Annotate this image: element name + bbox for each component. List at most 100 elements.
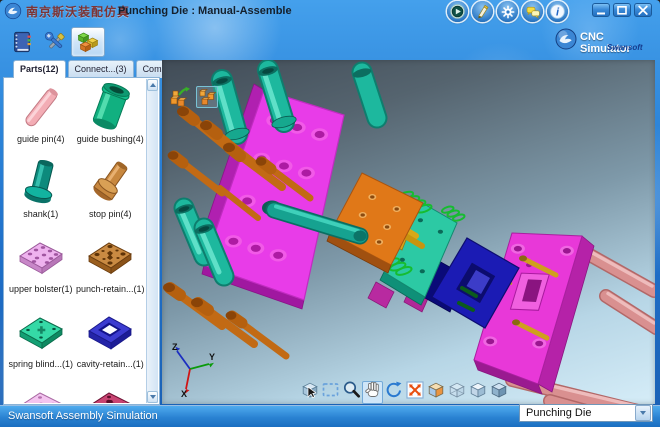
spring-blind-icon bbox=[16, 308, 66, 358]
part-label: spring blind...(1) bbox=[8, 359, 73, 369]
cavity-retainer-icon bbox=[85, 308, 135, 358]
maximize-icon bbox=[615, 5, 629, 16]
select-button[interactable] bbox=[299, 381, 320, 404]
explode-icon bbox=[169, 86, 191, 108]
zoom-button[interactable] bbox=[341, 381, 362, 404]
parts-panel: Parts(12) Connect...(3) Compon...(0) gui… bbox=[3, 60, 160, 405]
rotate-button[interactable] bbox=[383, 381, 404, 404]
zoom-window-button[interactable] bbox=[320, 381, 341, 404]
part-label: stop pin(4) bbox=[89, 209, 132, 219]
pen-button[interactable] bbox=[472, 1, 493, 22]
titlebar-round-buttons: i bbox=[447, 1, 568, 22]
play-button[interactable] bbox=[447, 1, 468, 22]
app-name-chinese: 南京斯沃装配仿真 bbox=[26, 3, 130, 20]
zoom-window-icon bbox=[321, 380, 341, 405]
model-selector-value: Punching Die bbox=[520, 407, 635, 419]
part-item-lower-bolster-pink[interactable] bbox=[6, 380, 76, 403]
shank-icon bbox=[16, 158, 66, 208]
viewport-3d[interactable]: Z Y X bbox=[162, 60, 655, 404]
tools-wrench-icon bbox=[43, 29, 68, 55]
minimize-button[interactable] bbox=[592, 3, 610, 17]
minimize-icon bbox=[594, 5, 608, 16]
triangle-up-icon bbox=[150, 83, 156, 87]
window-controls bbox=[592, 3, 652, 17]
part-item-guide-pin-4[interactable]: guide pin(4) bbox=[6, 80, 76, 155]
fit-button[interactable] bbox=[404, 381, 425, 404]
app-logo-swan-icon bbox=[4, 2, 22, 20]
part-label: shank(1) bbox=[23, 209, 58, 219]
parts-list-body: guide pin(4) guide bushing(4) shank(1) stop… bbox=[3, 77, 160, 405]
dropdown-arrow-button[interactable] bbox=[635, 405, 651, 421]
tab-parts[interactable]: Parts(12) bbox=[13, 60, 66, 78]
brand-subtitle: Swansoft bbox=[607, 43, 643, 52]
assembly-button[interactable] bbox=[71, 27, 105, 57]
guide-bushing-icon bbox=[85, 83, 135, 133]
render-mode-icon bbox=[426, 380, 446, 405]
part-item-guide-bushing-4[interactable]: guide bushing(4) bbox=[76, 80, 146, 155]
upper-bolster-icon bbox=[16, 233, 66, 283]
scroll-down-button[interactable] bbox=[147, 391, 158, 403]
axis-x-label: X bbox=[181, 389, 187, 398]
pan-icon bbox=[363, 380, 383, 405]
axis-z-label: Z bbox=[172, 342, 178, 352]
part-label: guide bushing(4) bbox=[77, 134, 144, 144]
fit-icon bbox=[405, 380, 425, 405]
zoom-icon bbox=[342, 380, 362, 405]
assembly-box-icon bbox=[197, 87, 217, 107]
assembly-scene[interactable] bbox=[162, 60, 655, 404]
part-label: cavity-retain...(1) bbox=[77, 359, 144, 369]
parts-scrollbar[interactable] bbox=[146, 79, 158, 403]
shaded-view-button[interactable] bbox=[488, 381, 509, 404]
swansoft-logo-icon bbox=[555, 28, 577, 50]
guide-bushing-behind-3d[interactable] bbox=[352, 67, 377, 118]
document-title: Punching Die : Manual-Assemble bbox=[118, 5, 292, 17]
solid-view-button[interactable] bbox=[467, 381, 488, 404]
info-icon: i bbox=[549, 3, 566, 20]
part-label: punch-retain...(1) bbox=[76, 284, 145, 294]
chevron-down-icon bbox=[640, 411, 646, 415]
select-icon bbox=[300, 380, 320, 405]
view-toolbar bbox=[299, 381, 509, 404]
pen-icon bbox=[475, 4, 490, 19]
part-item-spring-blind-1[interactable]: spring blind...(1) bbox=[6, 305, 76, 380]
chat-button[interactable] bbox=[522, 1, 543, 22]
library-book-icon bbox=[10, 29, 34, 55]
wireframe-view-button[interactable] bbox=[446, 381, 467, 404]
titlebar: 南京斯沃装配仿真 Punching Die : Manual-Assemble bbox=[0, 0, 660, 22]
parts-grid: guide pin(4) guide bushing(4) shank(1) stop… bbox=[6, 80, 145, 403]
close-icon bbox=[636, 5, 650, 16]
brand-block: CNC Simulator Swansoft bbox=[555, 27, 655, 55]
tab-connect[interactable]: Connect...(3) bbox=[68, 60, 134, 78]
part-item-upper-bolster-1[interactable]: upper bolster(1) bbox=[6, 230, 76, 305]
scroll-up-button[interactable] bbox=[147, 79, 158, 91]
part-label: upper bolster(1) bbox=[9, 284, 73, 294]
rotate-icon bbox=[384, 380, 404, 405]
pan-button[interactable] bbox=[362, 381, 383, 404]
info-button[interactable]: i bbox=[547, 1, 568, 22]
assembly-view-button[interactable] bbox=[196, 86, 218, 108]
stop-pin-icon bbox=[85, 158, 135, 208]
close-button[interactable] bbox=[634, 3, 652, 17]
axis-y-label: Y bbox=[209, 352, 215, 362]
maximize-button[interactable] bbox=[613, 3, 631, 17]
model-selector-dropdown[interactable]: Punching Die bbox=[519, 404, 653, 422]
guide-pin-icon bbox=[16, 83, 66, 133]
part-item-cavity-retain-1[interactable]: cavity-retain...(1) bbox=[76, 305, 146, 380]
library-button[interactable] bbox=[8, 27, 36, 57]
assembly-blocks-icon bbox=[75, 29, 102, 55]
gear-icon bbox=[500, 4, 516, 20]
part-item-die-plate-crimson[interactable] bbox=[76, 380, 146, 403]
part-item-shank-1[interactable]: shank(1) bbox=[6, 155, 76, 230]
shaded-view-icon bbox=[489, 380, 509, 405]
part-label: guide pin(4) bbox=[17, 134, 65, 144]
lower-bolster-pink-icon bbox=[16, 383, 66, 403]
render-mode-button[interactable] bbox=[425, 381, 446, 404]
tools-button[interactable] bbox=[41, 27, 69, 57]
part-item-stop-pin-4[interactable]: stop pin(4) bbox=[76, 155, 146, 230]
chat-bubbles-icon bbox=[525, 4, 541, 20]
solid-view-icon bbox=[468, 380, 488, 405]
part-item-punch-retain-1[interactable]: punch-retain...(1) bbox=[76, 230, 146, 305]
explode-view-button[interactable] bbox=[169, 86, 191, 108]
wireframe-view-icon bbox=[447, 380, 467, 405]
settings-button[interactable] bbox=[497, 1, 518, 22]
